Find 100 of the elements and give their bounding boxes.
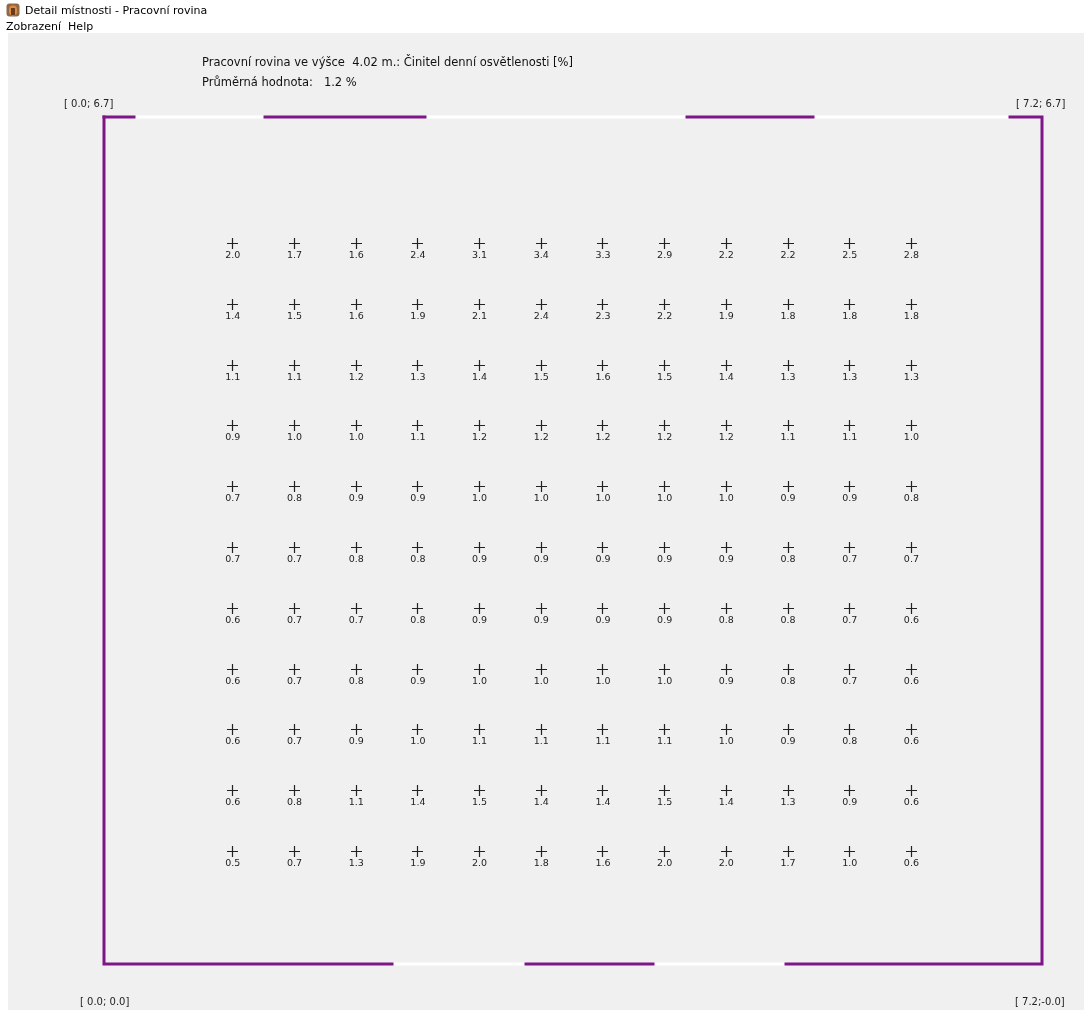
measurement-point-icon (535, 724, 547, 736)
point-value: 1.3 (410, 370, 426, 383)
measurement-point-icon (782, 785, 794, 797)
measurement-point-icon (844, 845, 856, 857)
measurement-point-icon (844, 298, 856, 310)
measurement-point-icon (474, 724, 486, 736)
measurement-point-icon (474, 785, 486, 797)
measurement-point-icon (289, 785, 301, 797)
measurement-point-icon (227, 542, 239, 553)
measurement-point-icon (720, 602, 732, 614)
measurement-point-icon (350, 359, 362, 371)
point-value: 1.5 (657, 796, 673, 809)
point-value: 0.7 (286, 735, 303, 748)
measurement-point-icon (412, 602, 424, 614)
measurement-point-icon (289, 298, 301, 310)
measurement-point-icon (905, 420, 917, 432)
point-value: 0.7 (286, 613, 303, 626)
measurement-point-icon (289, 845, 301, 857)
point-value: 1.0 (657, 674, 673, 687)
measurement-point-icon (597, 542, 609, 553)
point-value: 0.8 (842, 735, 858, 748)
point-value: 0.9 (842, 796, 858, 809)
point-value: 1.2 (595, 431, 611, 444)
measurement-point-icon (905, 845, 917, 857)
measurement-point-icon (905, 542, 917, 553)
measurement-point-icon (597, 298, 609, 310)
point-value: 1.4 (533, 796, 549, 809)
measurement-point-icon (535, 359, 547, 371)
point-value: 2.2 (718, 249, 734, 261)
measurement-point-icon (289, 238, 301, 249)
plane-heading: Pracovní rovina ve výšce 4.02 m.: Činitel denní osvětlenosti [%] (202, 55, 575, 70)
measurement-point-icon (474, 420, 486, 432)
measurement-point-icon (720, 298, 732, 310)
measurement-point-icon (782, 724, 794, 736)
point-value: 1.0 (842, 856, 858, 869)
measurement-point-icon (227, 481, 239, 493)
measurement-point-icon (597, 481, 609, 493)
measurement-point-icon (782, 845, 794, 857)
point-value: 1.0 (533, 674, 549, 687)
point-value: 0.7 (842, 613, 858, 626)
point-value: 1.3 (903, 370, 919, 383)
menu-item[interactable]: Help (66, 20, 99, 33)
point-value: 1.4 (718, 796, 734, 809)
point-value: 0.6 (903, 613, 919, 626)
measurement-point-icon (474, 298, 486, 310)
point-value: 0.8 (410, 553, 426, 565)
window-title: Detail místnosti - Pracovní rovina (25, 3, 208, 17)
measurement-point-icon (350, 481, 362, 493)
point-value: 2.0 (657, 856, 673, 869)
measurement-point-icon (412, 420, 424, 432)
point-value: 0.7 (842, 553, 858, 565)
measurement-point-icon (782, 602, 794, 614)
measurement-point-icon (659, 542, 671, 553)
measurement-point-icon (227, 298, 239, 310)
measurement-point-icon (844, 785, 856, 797)
measurement-point-icon (412, 663, 424, 675)
measurement-point-icon (350, 420, 362, 432)
point-value: 0.7 (225, 492, 241, 505)
measurement-point-icon (597, 663, 609, 675)
point-value: 0.8 (286, 796, 303, 809)
point-value: 0.7 (286, 553, 303, 565)
point-value: 1.0 (718, 735, 734, 748)
measurement-point-icon (720, 845, 732, 857)
point-value: 0.9 (348, 735, 364, 748)
point-value: 1.3 (780, 370, 796, 383)
measurement-point-icon (350, 238, 362, 249)
point-value: 0.7 (903, 553, 919, 565)
measurement-point-icon (227, 785, 239, 797)
point-value: 1.0 (286, 431, 303, 444)
point-value: 0.7 (225, 553, 241, 565)
corner-coordinate: [ 0.0; 6.7] (64, 98, 114, 109)
point-value: 1.1 (842, 431, 858, 444)
point-value: 3.3 (595, 249, 611, 261)
measurement-point-icon (659, 663, 671, 675)
point-value: 1.0 (718, 492, 734, 505)
point-value: 1.5 (472, 796, 488, 809)
menu-item[interactable]: Zobrazení (4, 20, 67, 33)
point-value: 1.4 (472, 370, 488, 383)
measurement-point-icon (474, 602, 486, 614)
point-value: 0.8 (410, 613, 426, 626)
measurement-point-icon (905, 785, 917, 797)
measurement-point-icon (412, 238, 424, 249)
measurement-point-icon (720, 420, 732, 432)
point-value: 0.9 (472, 613, 488, 626)
point-value: 1.0 (533, 492, 549, 505)
measurement-point-icon (535, 845, 547, 857)
point-value: 0.7 (286, 856, 303, 869)
measurement-point-icon (535, 602, 547, 614)
point-value: 2.0 (718, 856, 734, 869)
point-value: 1.1 (225, 370, 241, 383)
measurement-point-icon (782, 298, 794, 310)
measurement-point-icon (350, 663, 362, 675)
point-value: 1.0 (657, 492, 673, 505)
measurement-point-icon (597, 602, 609, 614)
point-value: 1.8 (842, 309, 858, 322)
measurement-point-icon (474, 663, 486, 675)
point-value: 1.1 (780, 431, 796, 444)
measurement-point-icon (597, 420, 609, 432)
measurement-point-icon (412, 724, 424, 736)
point-value: 1.0 (410, 735, 426, 748)
